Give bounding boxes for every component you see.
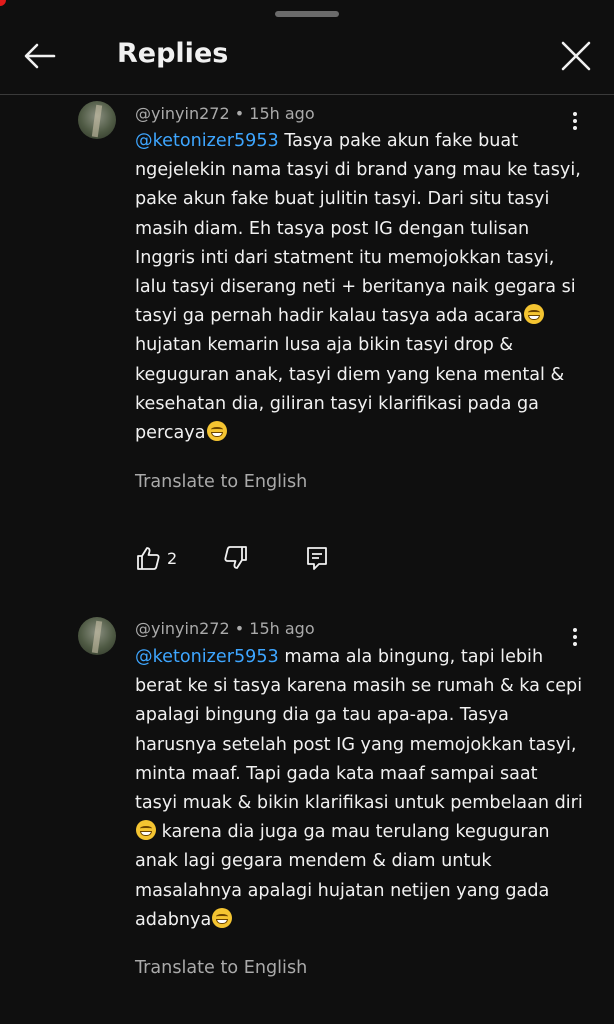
comment-author[interactable]: @yinyin272 xyxy=(135,104,230,123)
close-button[interactable] xyxy=(558,38,594,74)
status-indicator-dot xyxy=(0,0,6,6)
translate-button[interactable]: Translate to English xyxy=(135,472,307,492)
thumbs-up-icon xyxy=(137,547,160,570)
like-button[interactable]: 2 xyxy=(135,545,177,575)
back-button[interactable] xyxy=(22,38,58,74)
comment-meta: @yinyin272 • 15h ago xyxy=(135,104,315,123)
translate-button[interactable]: Translate to English xyxy=(135,958,307,978)
comment-author[interactable]: @yinyin272 xyxy=(135,619,230,638)
mention-link[interactable]: @ketonizer5953 xyxy=(135,131,279,151)
more-vertical-icon xyxy=(573,628,577,632)
like-count: 2 xyxy=(167,549,178,568)
comment-text: @ketonizer5953 Tasya pake akun fake buat… xyxy=(135,127,585,448)
grinning-squinting-face-emoji-icon xyxy=(136,820,156,841)
grinning-squinting-face-emoji-icon xyxy=(206,421,227,442)
comment-meta: @yinyin272 • 15h ago xyxy=(135,619,315,638)
more-vertical-icon xyxy=(573,112,577,116)
reply-icon xyxy=(307,547,327,570)
comment-text-part: hujatan kemarin lusa aja bikin tasyi dro… xyxy=(135,335,565,444)
avatar[interactable] xyxy=(78,101,116,139)
comment-text-part: karena dia juga ga mau terulang kegugura… xyxy=(135,822,550,930)
close-icon xyxy=(561,41,591,71)
thumbs-down-icon xyxy=(224,546,247,569)
comment-text-part: Tasya pake akun fake buat ngejelekin nam… xyxy=(135,131,581,327)
back-arrow-icon xyxy=(24,43,56,69)
replies-header: Replies xyxy=(0,18,614,94)
dislike-button[interactable] xyxy=(223,545,249,575)
mention-link[interactable]: @ketonizer5953 xyxy=(135,647,279,667)
comment-time: 15h ago xyxy=(249,619,315,638)
grinning-squinting-face-emoji-icon xyxy=(212,907,233,928)
comment-time: 15h ago xyxy=(249,104,315,123)
comment-text-part: mama ala bingung, tapi lebih berat ke si… xyxy=(135,647,583,814)
header-divider xyxy=(0,94,614,95)
reply-button[interactable] xyxy=(305,545,331,575)
meta-separator: • xyxy=(234,619,250,638)
comment-text: @ketonizer5953 mama ala bingung, tapi le… xyxy=(135,643,585,935)
meta-separator: • xyxy=(234,104,250,123)
avatar[interactable] xyxy=(78,617,116,655)
grinning-squinting-face-emoji-icon xyxy=(523,304,544,325)
drag-handle[interactable] xyxy=(275,11,339,17)
page-title: Replies xyxy=(117,38,229,69)
